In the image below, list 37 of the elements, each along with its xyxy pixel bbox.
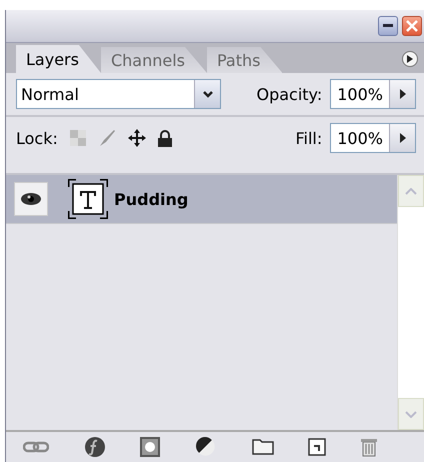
- opacity-slider-button[interactable]: [389, 80, 415, 108]
- layer-name: Pudding: [114, 190, 188, 208]
- arrow-right-icon: [400, 89, 406, 99]
- fill-slider-button[interactable]: [389, 124, 415, 152]
- play-icon: [407, 55, 413, 63]
- chevron-up-icon: [405, 188, 417, 194]
- fill-field[interactable]: 100%: [330, 123, 416, 153]
- panel-tab[interactable]: Channels: [100, 47, 207, 73]
- chevron-down-icon: [202, 90, 212, 98]
- mask-icon[interactable]: [140, 436, 160, 456]
- half-circle-icon[interactable]: [194, 436, 217, 458]
- dropdown-button[interactable]: [194, 80, 220, 108]
- trash-icon[interactable]: [360, 436, 377, 456]
- blend-mode-dropdown[interactable]: Normal: [16, 79, 221, 109]
- padlock-icon[interactable]: [158, 130, 172, 146]
- lock-label: Lock:: [16, 128, 58, 148]
- move-icon[interactable]: [128, 129, 146, 147]
- eye-icon: [21, 193, 41, 205]
- arrow-right-icon: [400, 133, 406, 143]
- panel-tab[interactable]: Layers: [16, 45, 101, 73]
- panel-menu-button[interactable]: [402, 51, 418, 67]
- visibility-toggle[interactable]: [14, 182, 48, 216]
- fill-label: Fill:: [295, 128, 322, 148]
- close-icon: [406, 20, 418, 32]
- minimize-icon: [383, 24, 393, 28]
- panel-tab[interactable]: Paths: [206, 47, 282, 73]
- close-button[interactable]: [402, 16, 422, 36]
- folder-icon[interactable]: [252, 438, 274, 454]
- minimize-button[interactable]: [378, 16, 398, 36]
- new-layer-icon[interactable]: [308, 438, 326, 456]
- text-layer-icon: [68, 179, 108, 219]
- chevron-down-icon: [405, 410, 417, 418]
- opacity-field[interactable]: 100%: [330, 79, 416, 109]
- layer-row[interactable]: Pudding: [6, 175, 397, 224]
- link-icon[interactable]: [23, 440, 50, 452]
- opacity-label: Opacity:: [256, 84, 322, 104]
- fx-icon[interactable]: [84, 436, 106, 458]
